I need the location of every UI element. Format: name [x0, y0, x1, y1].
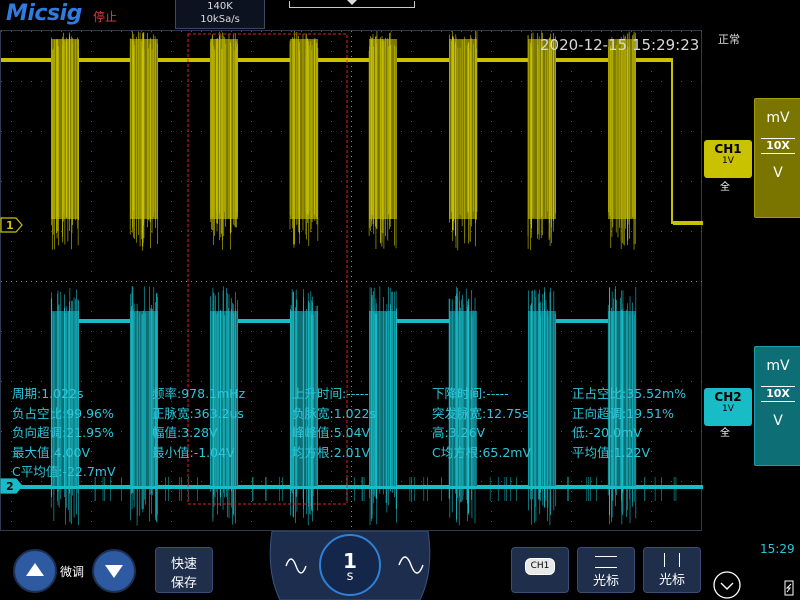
measurement-item: 正脉宽:363.2us: [152, 405, 244, 421]
vertical-cursor-label: 光标: [658, 573, 685, 588]
measurement-item: 正向超调:19.51%: [572, 405, 674, 421]
measurement-item: 最小值:-1.04V: [152, 444, 235, 460]
measurement-item: 周期:1.022s: [12, 386, 84, 401]
svg-text:2: 2: [6, 480, 14, 493]
measurement-item: 低:-20.0mV: [572, 425, 642, 440]
measurement-item: 高:3.26V: [432, 425, 486, 440]
ch1-name: CH1: [714, 142, 742, 156]
ch2-scale-down-button[interactable]: V: [755, 402, 800, 441]
ch1-waveform: [1, 31, 703, 251]
ch2-probe-panel[interactable]: mV 10X V: [754, 346, 800, 466]
vertical-cursor-button[interactable]: 光标: [643, 547, 701, 593]
timebase-unit: s: [346, 569, 354, 584]
ch2-scale: 1V: [722, 404, 734, 414]
horizontal-cursor-button[interactable]: 光标: [577, 547, 635, 593]
fine-down-button[interactable]: [92, 549, 136, 593]
horizontal-cursor-icon: [595, 556, 617, 568]
ch1-select-badge: CH1: [525, 558, 555, 575]
measurement-item: 突发脉宽:12.75s: [432, 405, 529, 421]
quick-save-button[interactable]: 快速 保存: [155, 547, 213, 593]
measurement-item: C平均值:-22.7mV: [12, 464, 116, 479]
ch2-button[interactable]: CH2 1V: [704, 388, 752, 426]
ch2-coupling: 全: [720, 428, 730, 439]
battery-icon: [784, 580, 794, 596]
ch1-probe-ratio[interactable]: 10X: [761, 138, 795, 154]
measurement-item: 均方根:2.01V: [292, 444, 371, 460]
trigger-position-marker-icon[interactable]: [347, 0, 357, 5]
measurement-item: 频率:978.1mHz: [152, 386, 246, 401]
ch2-probe-ratio[interactable]: 10X: [761, 386, 795, 402]
fine-up-button[interactable]: [13, 549, 57, 593]
measurement-item: 最大值:4.00V: [12, 444, 91, 460]
acquisition-info[interactable]: 140K 10kSa/s: [175, 0, 265, 29]
measurement-item: 幅值:3.28V: [152, 425, 218, 440]
clock: 15:29: [760, 542, 795, 556]
svg-text:1: 1: [6, 219, 14, 232]
vertical-cursor-icon: [664, 553, 680, 567]
measurement-item: 平均值:1.22V: [572, 444, 651, 460]
measurement-item: 峰峰值:5.04V: [292, 425, 371, 440]
memory-depth: 140K: [207, 1, 233, 12]
measurement-item: C均方根:65.2mV: [432, 444, 531, 460]
arrow-up-icon: [26, 563, 44, 576]
ch1-scale: 1V: [722, 156, 734, 166]
ch1-level-marker[interactable]: 1: [0, 217, 24, 233]
ch1-probe-panel[interactable]: mV 10X V: [754, 98, 800, 218]
brand-logo: Micsig: [6, 1, 82, 26]
ch2-name: CH2: [714, 390, 742, 404]
measurement-item: 负向超调:21.95%: [12, 425, 114, 440]
menu-expand-icon[interactable]: [712, 570, 742, 600]
measurement-item: 负占空比:99.96%: [12, 405, 114, 421]
measurement-item: 下降时间:-----: [432, 386, 509, 401]
ch2-scale-up-button[interactable]: mV: [755, 347, 800, 386]
channel-select-button[interactable]: CH1: [511, 547, 569, 593]
measurement-item: 负脉宽:1.022s: [292, 405, 377, 421]
fine-adjust-label: 微调: [60, 565, 85, 579]
sample-rate: 10kSa/s: [200, 14, 240, 25]
measurement-item: 正占空比:35.52m%: [572, 386, 687, 401]
ch1-scale-down-button[interactable]: V: [755, 154, 800, 193]
quick-save-label-1: 快速: [170, 557, 197, 572]
ch1-coupling: 全: [720, 182, 730, 193]
ch1-scale-up-button[interactable]: mV: [755, 99, 800, 138]
run-stop-status[interactable]: 停止: [93, 8, 117, 25]
measurement-item: 上升时间:-----: [292, 386, 369, 401]
status-text: 正常: [718, 33, 740, 46]
ch1-button[interactable]: CH1 1V: [704, 140, 752, 178]
horizontal-cursor-label: 光标: [592, 574, 619, 589]
arrow-down-icon: [105, 565, 123, 578]
quick-save-label-2: 保存: [170, 576, 197, 591]
timestamp: 2020-12-15 15:29:23: [540, 36, 700, 54]
